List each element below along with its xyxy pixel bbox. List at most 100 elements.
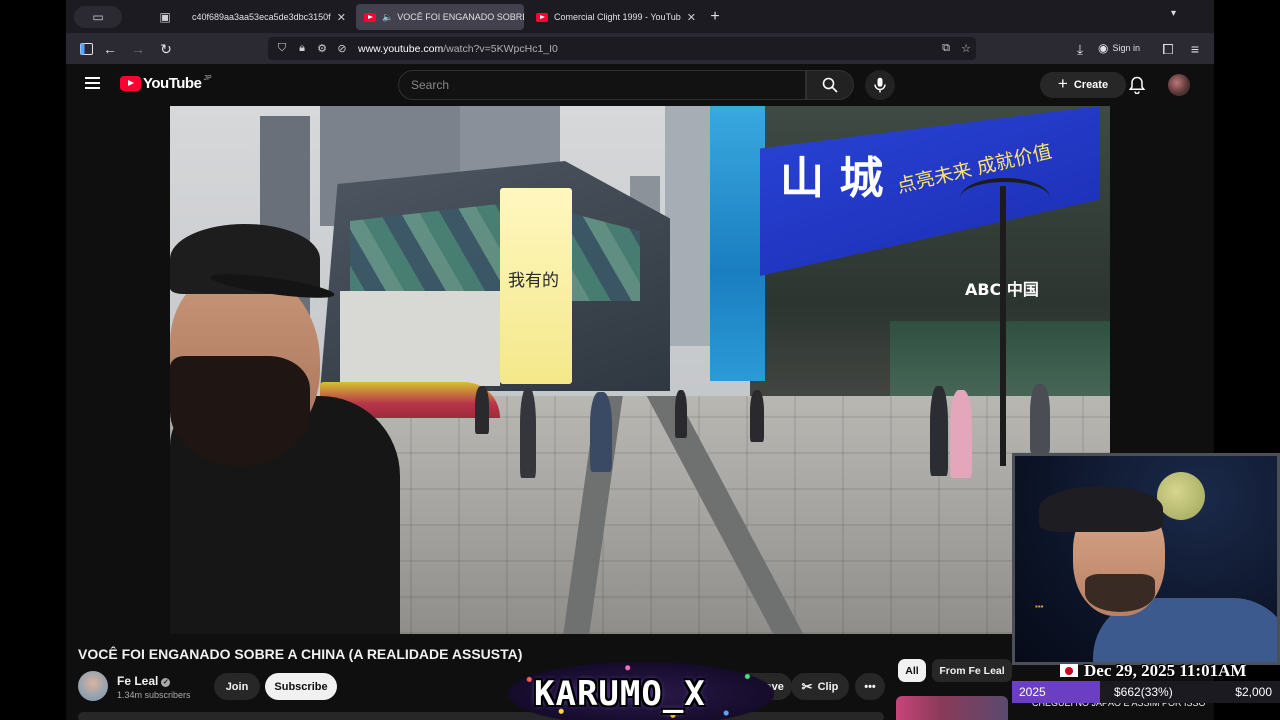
region-code: JP xyxy=(203,75,212,82)
plus-icon: + xyxy=(1057,74,1068,93)
search-icon xyxy=(822,77,838,93)
tab-active-video[interactable]: 🔈 VOCÊ FOI ENGANADO SOBRE ✕ xyxy=(356,4,524,30)
search-input[interactable]: Search xyxy=(398,70,806,100)
media-blocked-icon[interactable]: ⊘ xyxy=(332,42,352,55)
youtube-favicon-icon xyxy=(364,12,376,22)
moon-lamp xyxy=(1157,472,1205,520)
tower xyxy=(665,106,715,346)
chevron-down-icon[interactable]: ▾ xyxy=(1171,8,1176,19)
subscribe-label: Subscribe xyxy=(274,680,328,693)
permissions-icon[interactable]: ⚙ xyxy=(312,42,332,55)
sign-in-button[interactable]: ◉ Sign in xyxy=(1098,41,1140,55)
sidebar-panel-icon[interactable] xyxy=(76,39,96,59)
japan-flag-icon xyxy=(1060,664,1078,677)
hamburger-menu-icon[interactable] xyxy=(85,77,100,89)
youtube-favicon-icon xyxy=(536,12,548,22)
url-text: www.youtube.com/watch?v=5KWpcHc1_I0 xyxy=(358,43,558,55)
pedestrian xyxy=(750,390,764,442)
billboard-text: 我有的 xyxy=(508,271,559,291)
picture-in-picture-icon[interactable]: ⧉ xyxy=(936,42,956,55)
presenter xyxy=(170,216,410,634)
speaker-icon[interactable]: 🔈 xyxy=(382,12,393,23)
chip-all[interactable]: All xyxy=(898,659,926,682)
clip-label: Clip xyxy=(817,680,839,693)
sign-in-label: Sign in xyxy=(1112,43,1141,53)
pedestrian xyxy=(930,386,948,476)
url-host: www.youtube.com xyxy=(358,42,444,55)
address-bar[interactable]: ⛉ 🔒︎ ⚙ ⊘ www.youtube.com/watch?v=5KWpcHc… xyxy=(268,37,976,60)
subscriber-count: 1.34m subscribers xyxy=(117,690,191,700)
channel-name-text: Fe Leal xyxy=(117,674,159,688)
tab-hash[interactable]: c40f689aa3aa53eca5de3dbc3150f ✕ xyxy=(184,4,354,30)
scissors-icon: ✂ xyxy=(801,678,813,694)
create-button[interactable]: + Create xyxy=(1040,72,1126,98)
chip-label: All xyxy=(905,664,919,677)
shield-icon[interactable]: ⛉ xyxy=(272,42,292,55)
streamer-banner: KARUMO_X xyxy=(508,662,774,720)
new-tab-button[interactable]: + xyxy=(704,6,726,28)
donation-goal-bar: 2025 $662(33%) $2,000 xyxy=(1012,681,1280,703)
close-icon[interactable]: ✕ xyxy=(331,11,346,24)
microphone-icon xyxy=(874,77,886,93)
chip-label: From Fe Leal xyxy=(939,664,1005,677)
channel-name[interactable]: Fe Leal ✓ xyxy=(117,674,171,688)
streamer-cap xyxy=(1039,486,1163,532)
youtube-header: YouTube JP Search + Create xyxy=(66,64,1214,106)
subscribe-button[interactable]: Subscribe xyxy=(265,673,337,700)
tab-title: VOCÊ FOI ENGANADO SOBRE xyxy=(397,12,524,22)
sidebar-icon: ▭ xyxy=(92,10,104,24)
search-button[interactable] xyxy=(806,70,854,100)
notifications-bell-icon[interactable] xyxy=(1126,74,1148,96)
pedestrian xyxy=(520,388,536,478)
create-label: Create xyxy=(1073,79,1109,91)
yellow-billboard: 我有的 xyxy=(500,188,572,384)
nav-bar: ← → ↻ ⛉ 🔒︎ ⚙ ⊘ www.youtube.com/watch?v=5… xyxy=(66,33,1214,64)
pedestrian xyxy=(675,390,687,438)
led-lights: ▪▪▪ xyxy=(1035,602,1044,611)
back-icon[interactable]: ← xyxy=(100,39,120,59)
goal-progress: $662(33%) xyxy=(1114,685,1173,699)
video-title: VOCÊ FOI ENGANADO SOBRE A CHINA (A REALI… xyxy=(78,646,523,662)
clip-button[interactable]: ✂ Clip xyxy=(791,673,849,700)
tab-bar: ▭ ▣ c40f689aa3aa53eca5de3dbc3150f ✕ 🔈 VO… xyxy=(66,0,1214,33)
lock-icon[interactable]: 🔒︎ xyxy=(292,42,312,55)
streamer-beard xyxy=(1085,574,1155,612)
join-button[interactable]: Join xyxy=(214,673,260,700)
pedestrian xyxy=(950,390,972,478)
more-dots-icon: ••• xyxy=(864,680,876,693)
video-player[interactable]: 我有的 山 城 点亮未来 成就价值 ABC 中国 xyxy=(170,106,1110,634)
search-placeholder: Search xyxy=(411,78,450,92)
stream-clock: Dec 29, 2025 11:01AM xyxy=(1084,661,1247,680)
webcam-overlay: ▪▪▪ xyxy=(1012,453,1280,665)
pedestrian xyxy=(475,386,489,434)
tab-clight[interactable]: Comercial Clight 1999 - YouTub ✕ xyxy=(528,4,698,30)
folder-icon: ▣ xyxy=(159,10,171,24)
street-lamp xyxy=(1000,186,1006,466)
goal-target: $2,000 xyxy=(1235,685,1272,699)
forward-icon[interactable]: → xyxy=(128,39,148,59)
account-icon: ◉ xyxy=(1098,41,1109,55)
url-path: /watch?v=5KWpcHc1_I0 xyxy=(443,42,558,55)
tab-overview-button[interactable]: ▣ xyxy=(154,6,176,28)
youtube-logo[interactable]: YouTube JP xyxy=(120,75,212,92)
sign-text-large: 山 城 xyxy=(780,153,884,204)
reload-icon[interactable]: ↻ xyxy=(156,39,176,59)
account-avatar[interactable] xyxy=(1168,74,1190,96)
voice-search-button[interactable] xyxy=(865,70,895,100)
tab-title: Comercial Clight 1999 - YouTub xyxy=(554,12,681,22)
bookmark-star-icon[interactable]: ☆ xyxy=(956,42,976,55)
close-icon[interactable]: ✕ xyxy=(681,11,696,24)
chip-from-channel[interactable]: From Fe Leal xyxy=(932,659,1012,682)
youtube-play-icon xyxy=(120,76,141,91)
extensions-icon[interactable]: ⧠ xyxy=(1158,39,1178,59)
sidebar-toggle-button[interactable]: ▭ xyxy=(74,6,122,28)
presenter-beard xyxy=(170,356,310,466)
download-icon[interactable]: ⤓ xyxy=(1070,39,1090,59)
tab-title: c40f689aa3aa53eca5de3dbc3150f xyxy=(192,12,331,22)
more-actions-button[interactable]: ••• xyxy=(855,673,885,700)
pedestrian xyxy=(1030,384,1050,454)
join-label: Join xyxy=(225,680,249,693)
channel-avatar[interactable] xyxy=(78,671,108,701)
recommended-video-thumbnail[interactable] xyxy=(896,696,1008,720)
menu-icon[interactable]: ≡ xyxy=(1185,39,1205,59)
